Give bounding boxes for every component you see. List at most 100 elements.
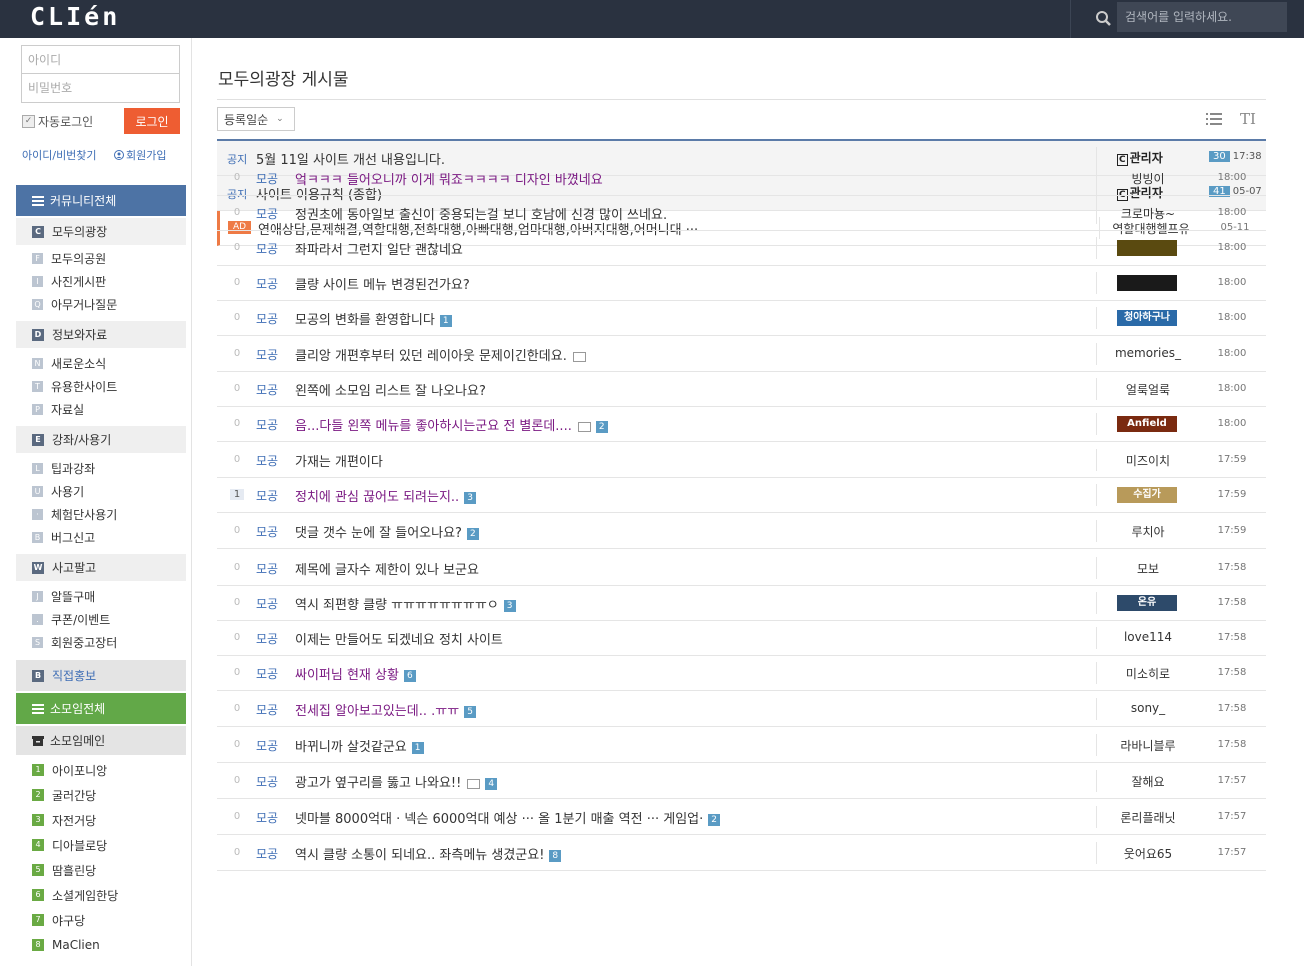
sidebar-item[interactable]: U 사용기: [32, 482, 84, 500]
post-row[interactable]: 0 모공 제목에 글자수 제한이 있나 보군요 모보 17:58: [217, 551, 1266, 586]
author-name[interactable]: 웃어요65: [1097, 845, 1199, 862]
sidebar-group-item[interactable]: 3 자전거당: [32, 811, 96, 829]
post-subject[interactable]: 모공의 변화를 환영합니다 1: [295, 309, 452, 328]
sidebar-item[interactable]: N 새로운소식: [32, 354, 106, 372]
post-row[interactable]: 0 모공 광고가 옆구리를 뚫고 나와요!! 4 잘해요 17:57: [217, 764, 1266, 799]
author-name[interactable]: 빙빙이: [1097, 170, 1199, 187]
post-row[interactable]: 0 모공 엌ㅋㅋㅋ 들어오니까 이게 뭐죠ㅋㅋㅋㅋ 디자인 바꼈네요 빙빙이 18:00: [217, 161, 1266, 196]
sidebar-item[interactable]: F 모두의공원: [32, 249, 106, 267]
sidebar-section[interactable]: E 강좌/사용기: [16, 426, 186, 453]
author-name[interactable]: memories_: [1097, 346, 1199, 360]
sidebar-group-item[interactable]: 4 디아블로당: [32, 836, 107, 854]
sidebar-item[interactable]: · 체험단사용기: [32, 505, 117, 523]
author-name[interactable]: 잘해요: [1097, 773, 1199, 790]
sidebar-item[interactable]: L 팁과강좌: [32, 459, 95, 477]
post-category[interactable]: 모공: [256, 560, 278, 577]
post-row[interactable]: 0 모공 좌파라서 그런지 일단 괜찮네요 18:00: [217, 231, 1266, 266]
post-category[interactable]: 모공: [256, 452, 278, 469]
post-subject[interactable]: 가재는 개편이다: [295, 451, 383, 470]
post-row[interactable]: 0 모공 역시 클량 소통이 되네요.. 좌측메뉴 생겼군요! 8 웃어요65 17:57: [217, 836, 1266, 871]
post-subject[interactable]: 좌파라서 그런지 일단 괜찮네요: [295, 239, 463, 258]
author-nick-image[interactable]: 청아하구나: [1117, 310, 1177, 326]
author-name[interactable]: 얼룩얼룩: [1097, 381, 1199, 398]
sidebar-section[interactable]: D 정보와자료: [16, 321, 186, 348]
auto-login-checkbox[interactable]: ✓: [22, 115, 35, 128]
login-button[interactable]: 로그인: [124, 108, 180, 134]
post-row[interactable]: 0 모공 모공의 변화를 환영합니다 1 청아하구나 18:00: [217, 301, 1266, 336]
sidebar-group-item[interactable]: 2 굴러간당: [32, 786, 96, 804]
post-category[interactable]: 모공: [256, 310, 278, 327]
post-category[interactable]: 모공: [256, 630, 278, 647]
post-row[interactable]: 0 모공 정권초에 동아일보 출신이 중용되는걸 보니 호남에 신경 많이 쓰네요.…: [217, 196, 1266, 231]
post-category[interactable]: 모공: [256, 665, 278, 682]
sidebar-item[interactable]: . 쿠폰/이벤트: [32, 610, 110, 628]
sort-dropdown[interactable]: 등록일순 ⌄: [217, 107, 295, 131]
post-category[interactable]: 모공: [256, 205, 278, 222]
community-all-header[interactable]: 커뮤니티전체: [16, 185, 186, 216]
auto-login[interactable]: ✓ 자동로그인: [22, 113, 93, 130]
post-row[interactable]: 0 모공 왼쪽에 소모임 리스트 잘 나오나요? 얼룩얼룩 18:00: [217, 372, 1266, 407]
post-row[interactable]: 1 모공 정치에 관심 끊어도 되려는지.. 3 수집가 17:59: [217, 478, 1266, 513]
id-input[interactable]: [22, 46, 179, 74]
author-name[interactable]: 루치아: [1097, 523, 1199, 540]
group-all-header[interactable]: 소모임전체: [16, 693, 186, 724]
post-category[interactable]: 모공: [256, 809, 278, 826]
sidebar-item[interactable]: P 자료실: [32, 400, 84, 418]
author-nick-image[interactable]: [1117, 240, 1177, 256]
post-subject[interactable]: 댓글 갯수 눈에 잘 들어오나요? 2: [295, 522, 479, 541]
sidebar-item[interactable]: Q 아무거나질문: [32, 295, 117, 313]
post-subject[interactable]: 넷마블 8000억대 · 넥슨 6000억대 예상 ··· 올 1분기 매출 역…: [295, 808, 720, 827]
author-nick-image[interactable]: 온유: [1117, 595, 1177, 611]
post-row[interactable]: 0 모공 클리앙 개편후부터 있던 레이아웃 문제이긴한데요. memories_ 18…: [217, 337, 1266, 372]
author-name[interactable]: 미즈이치: [1097, 452, 1199, 469]
author-name[interactable]: love114: [1097, 630, 1199, 644]
post-category[interactable]: 모공: [256, 275, 278, 292]
post-row[interactable]: 0 모공 싸이퍼님 현재 상황 6 미소히로 17:58: [217, 656, 1266, 691]
post-row[interactable]: 0 모공 바뀌니까 살것같군요 1 라바니블루 17:58: [217, 728, 1266, 763]
author-nick-image[interactable]: 수집가: [1117, 487, 1177, 503]
post-subject[interactable]: 제목에 글자수 제한이 있나 보군요: [295, 559, 479, 578]
author-name[interactable]: 크로마뇽~: [1097, 205, 1199, 222]
sidebar-group-item[interactable]: 6 소셜게임한당: [32, 886, 118, 904]
post-category[interactable]: 모공: [256, 346, 278, 363]
sidebar-group-item[interactable]: 7 야구당: [32, 911, 85, 929]
post-subject[interactable]: 역시 클량 소통이 되네요.. 좌측메뉴 생겼군요! 8: [295, 844, 562, 863]
post-subject[interactable]: 바뀌니까 살것같군요 1: [295, 736, 424, 755]
search-icon[interactable]: [1094, 9, 1114, 29]
post-subject[interactable]: 정권초에 동아일보 출신이 중용되는걸 보니 호남에 신경 많이 쓰네요.: [295, 204, 667, 223]
post-subject[interactable]: 이제는 만들어도 되겠네요 정치 사이트: [295, 629, 503, 648]
sidebar-section[interactable]: W 사고팔고: [16, 554, 186, 581]
author-name[interactable]: 미소히로: [1097, 665, 1199, 682]
post-row[interactable]: 0 모공 전세집 알아보고있는데.. .ㅠㅠ 5 sony_ 17:58: [217, 692, 1266, 727]
sidebar-item[interactable]: I 사진게시판: [32, 272, 106, 290]
join-link[interactable]: 회원가입: [114, 147, 166, 163]
post-row[interactable]: 0 모공 이제는 만들어도 되겠네요 정치 사이트 love114 17:58: [217, 621, 1266, 656]
font-size-icon[interactable]: TI: [1240, 110, 1256, 128]
post-category[interactable]: 모공: [256, 845, 278, 862]
post-subject[interactable]: 클리앙 개편후부터 있던 레이아웃 문제이긴한데요.: [295, 345, 586, 364]
post-subject[interactable]: 음...다들 왼쪽 메뉴를 좋아하시는군요 전 별론데.... 2: [295, 415, 608, 434]
post-subject[interactable]: 엌ㅋㅋㅋ 들어오니까 이게 뭐죠ㅋㅋㅋㅋ 디자인 바꼈네요: [295, 169, 603, 188]
post-category[interactable]: 모공: [256, 701, 278, 718]
post-subject[interactable]: 정치에 관심 끊어도 되려는지.. 3: [295, 486, 476, 505]
post-row[interactable]: 0 모공 음...다들 왼쪽 메뉴를 좋아하시는군요 전 별론데.... 2 Anfie…: [217, 407, 1266, 442]
author-nick-image[interactable]: [1117, 275, 1177, 291]
post-category[interactable]: 모공: [256, 416, 278, 433]
post-category[interactable]: 모공: [256, 737, 278, 754]
post-category[interactable]: 모공: [256, 523, 278, 540]
sidebar-item-group-main[interactable]: 소모임메인: [16, 726, 186, 755]
post-category[interactable]: 모공: [256, 240, 278, 257]
author-nick-image[interactable]: Anfield: [1117, 416, 1177, 432]
post-subject[interactable]: 클량 사이트 메뉴 변경된건가요?: [295, 274, 470, 293]
post-subject[interactable]: 광고가 옆구리를 뚫고 나와요!! 4: [295, 772, 498, 791]
find-account-link[interactable]: 아이디/비번찾기: [22, 147, 97, 163]
sidebar-section[interactable]: C 모두의광장: [16, 218, 186, 245]
post-category[interactable]: 모공: [256, 381, 278, 398]
post-subject[interactable]: 싸이퍼님 현재 상황 6: [295, 664, 416, 683]
site-logo[interactable]: CLIén: [30, 2, 120, 31]
list-view-icon[interactable]: [1206, 112, 1222, 126]
sidebar-item-promo[interactable]: B 직접홍보: [16, 660, 186, 691]
post-subject[interactable]: 역시 죄편향 클량 ㅠㅠㅠㅠㅠㅠㅠㅠㅇ 3: [295, 594, 516, 613]
sidebar-item[interactable]: J 알뜰구매: [32, 587, 95, 605]
post-row[interactable]: 0 모공 댓글 갯수 눈에 잘 들어오나요? 2 루치아 17:59: [217, 514, 1266, 549]
